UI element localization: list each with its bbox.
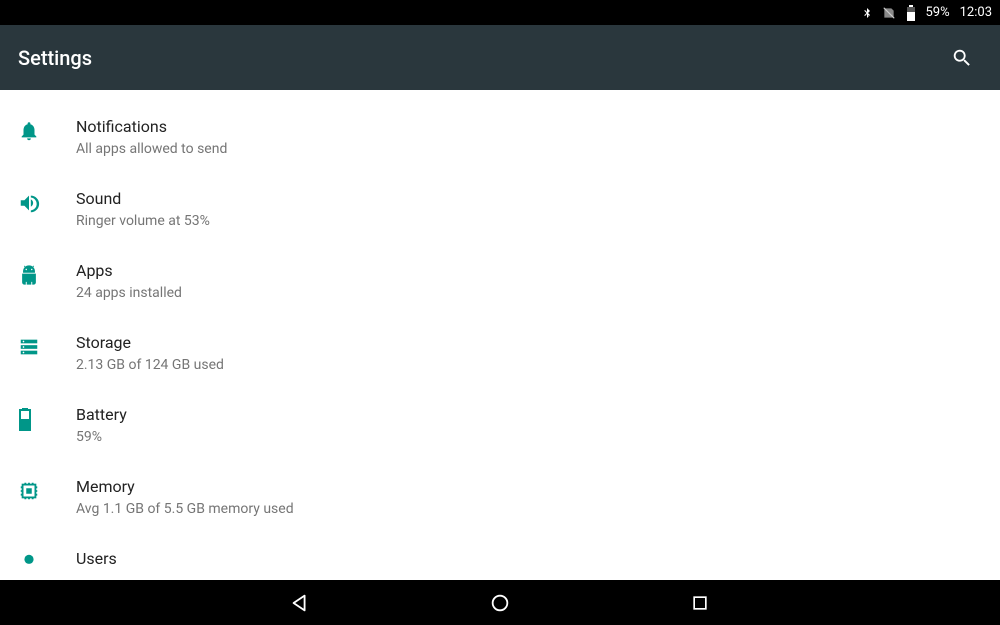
item-title: Users [76,548,982,570]
item-subtitle: Ringer volume at 53% [76,211,982,231]
clock: 12:03 [960,5,992,20]
storage-icon [18,336,40,362]
android-icon [18,264,40,290]
bell-icon [18,120,40,146]
battery-text: 59% [925,5,949,20]
nav-home-button[interactable] [480,583,520,623]
app-bar: Settings [0,25,1000,90]
item-subtitle: 2.13 GB of 124 GB used [76,355,982,375]
no-sim-icon [881,5,897,21]
item-title: Notifications [76,116,982,138]
item-title: Sound [76,188,982,210]
settings-item-battery[interactable]: Battery 59% [0,390,1000,462]
recent-icon [690,593,710,613]
home-icon [489,592,511,614]
bluetooth-icon [859,5,875,21]
settings-item-memory[interactable]: Memory Avg 1.1 GB of 5.5 GB memory used [0,462,1000,534]
battery-icon [18,408,32,436]
nav-recent-button[interactable] [680,583,720,623]
volume-icon [18,192,40,218]
item-title: Apps [76,260,982,282]
item-title: Battery [76,404,982,426]
settings-list-container: Notifications All apps allowed to send S… [0,90,1000,580]
page-title: Settings [18,46,92,70]
user-icon [18,552,40,578]
nav-back-button[interactable] [280,583,320,623]
item-subtitle: 24 apps installed [76,283,982,303]
battery-icon [903,5,919,21]
item-subtitle: All apps allowed to send [76,139,982,159]
settings-item-users[interactable]: Users [0,534,1000,578]
item-subtitle: Avg 1.1 GB of 5.5 GB memory used [76,499,982,519]
back-icon [289,592,311,614]
item-subtitle: 59% [76,427,982,447]
settings-item-apps[interactable]: Apps 24 apps installed [0,246,1000,318]
search-icon [951,47,973,69]
search-button[interactable] [942,38,982,78]
navigation-bar [0,580,1000,625]
status-bar: 59% 12:03 [0,0,1000,25]
item-title: Storage [76,332,982,354]
settings-item-sound[interactable]: Sound Ringer volume at 53% [0,174,1000,246]
settings-list: Notifications All apps allowed to send S… [0,90,1000,578]
item-title: Memory [76,476,982,498]
settings-item-storage[interactable]: Storage 2.13 GB of 124 GB used [0,318,1000,390]
settings-item-notifications[interactable]: Notifications All apps allowed to send [0,102,1000,174]
memory-icon [18,480,40,506]
